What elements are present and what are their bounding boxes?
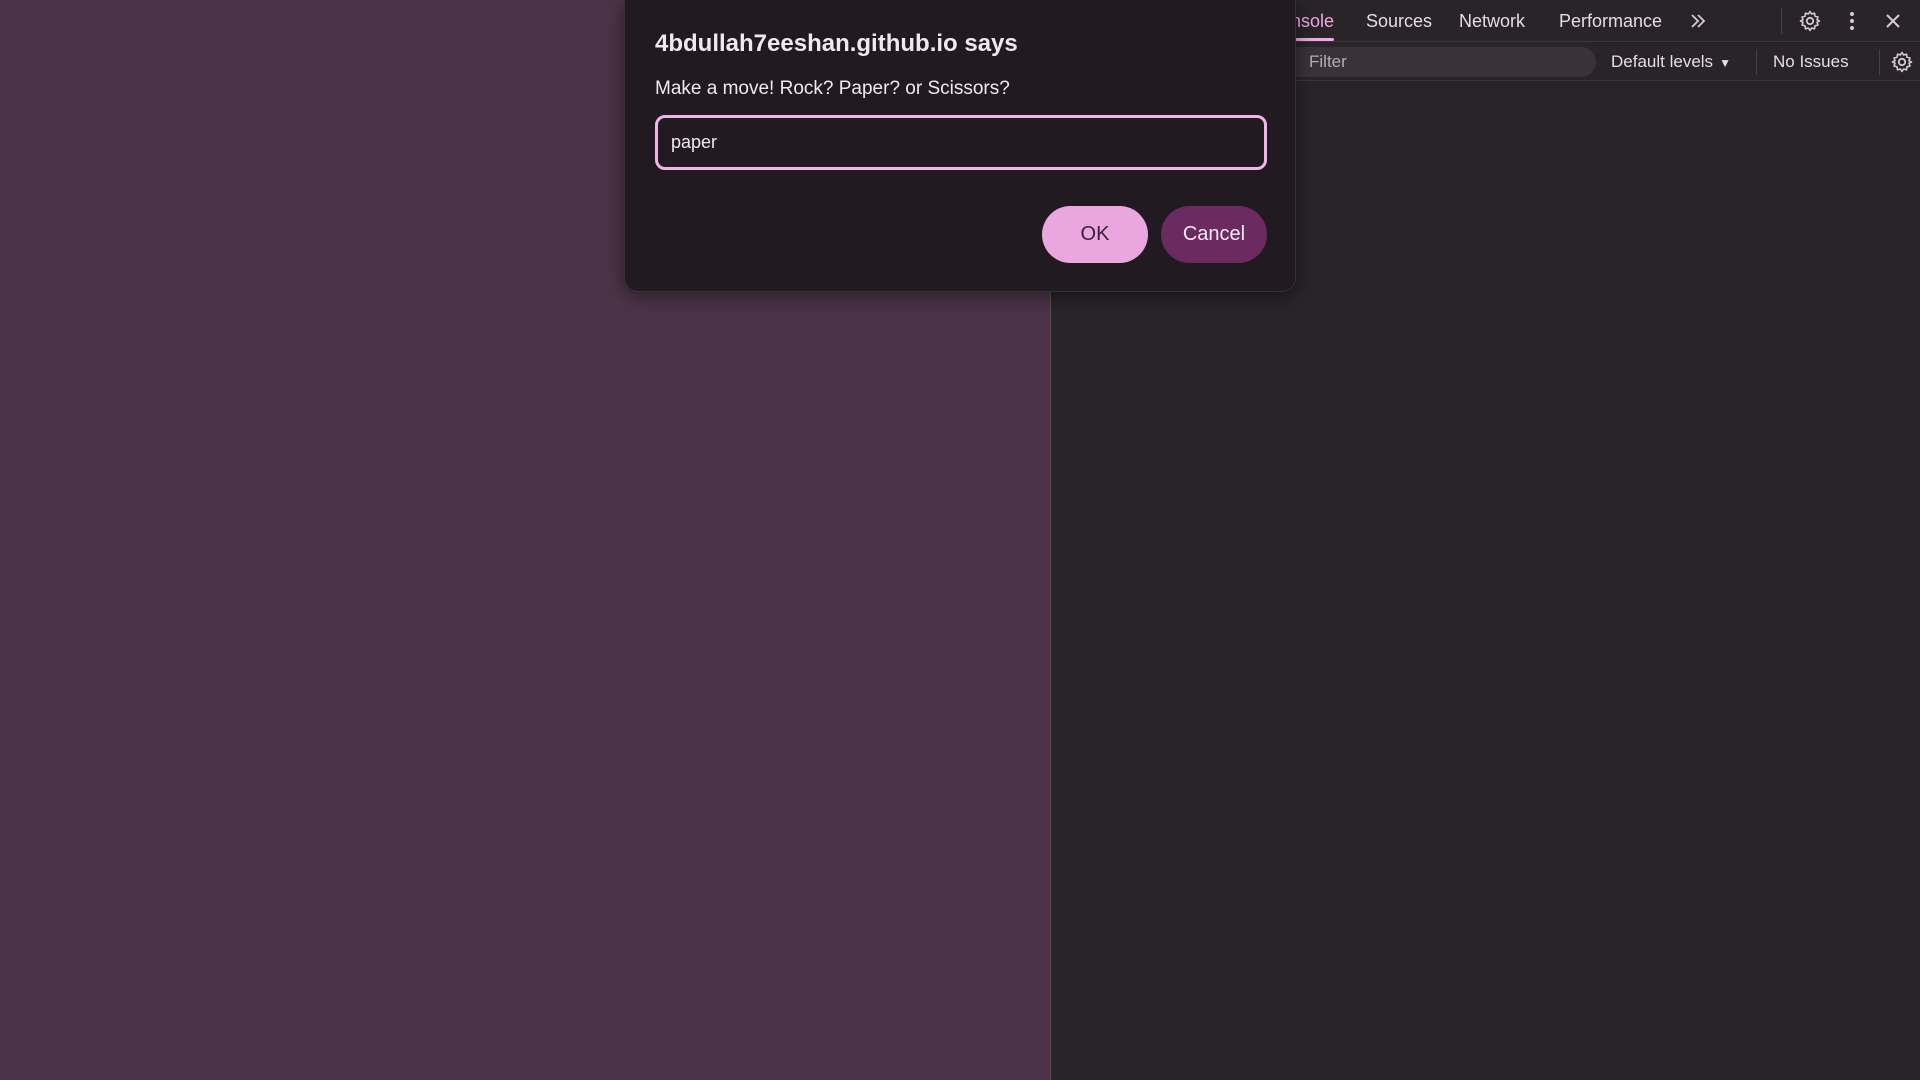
tab-sources[interactable]: Sources <box>1366 0 1432 42</box>
ok-button[interactable]: OK <box>1042 206 1148 263</box>
tab-console[interactable]: nsole <box>1291 0 1335 42</box>
dialog-title: 4bdullah7eeshan.github.io says <box>655 30 1018 57</box>
gear-icon[interactable] <box>1795 6 1825 36</box>
chevron-double-right-icon[interactable] <box>1683 6 1713 36</box>
prompt-input[interactable] <box>655 115 1267 170</box>
default-levels-dropdown[interactable]: Default levels ▼ <box>1611 43 1731 81</box>
tab-bar-divider <box>1781 8 1782 34</box>
caret-down-icon: ▼ <box>1719 56 1731 70</box>
close-icon[interactable] <box>1878 6 1908 36</box>
filter-placeholder: Filter <box>1309 52 1347 71</box>
toolbar-divider <box>1756 49 1757 75</box>
tab-network[interactable]: Network <box>1459 0 1525 42</box>
dialog-message: Make a move! Rock? Paper? or Scissors? <box>655 78 1010 99</box>
tab-performance[interactable]: Performance <box>1559 0 1662 42</box>
console-settings-gear-icon[interactable] <box>1887 47 1917 77</box>
prompt-dialog: 4bdullah7eeshan.github.io says Make a mo… <box>624 0 1296 292</box>
kebab-menu-icon[interactable] <box>1837 6 1867 36</box>
toolbar-divider-2 <box>1879 49 1880 75</box>
levels-label: Default levels <box>1611 52 1714 71</box>
issues-counter[interactable]: No Issues <box>1773 43 1849 81</box>
cancel-button[interactable]: Cancel <box>1161 206 1267 263</box>
